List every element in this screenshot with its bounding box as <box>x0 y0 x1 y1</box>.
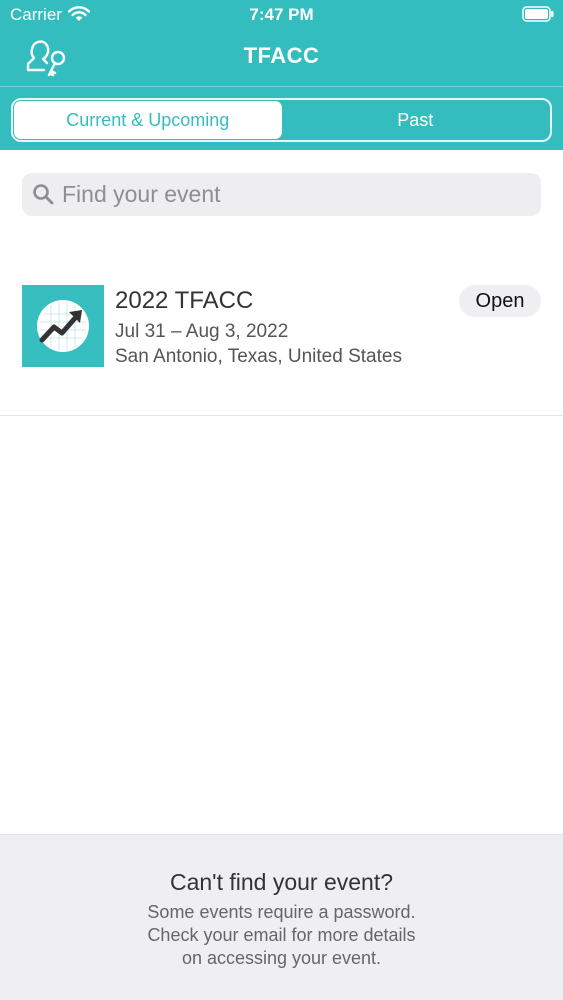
event-logo-chart-icon <box>22 285 104 367</box>
event-name: 2022 TFACC <box>115 287 254 314</box>
navigation-header: Carrier 7:47 PM TFACC Current & Upcoming… <box>0 0 563 150</box>
battery-icon <box>522 6 554 22</box>
footer-line: Check your email for more details <box>147 925 416 945</box>
event-filter-segmented-control: Current & Upcoming Past <box>11 98 552 142</box>
event-list-item[interactable]: 2022 TFACC Jul 31 – Aug 3, 2022 San Anto… <box>0 265 563 415</box>
event-dates: Jul 31 – Aug 3, 2022 <box>115 321 289 342</box>
status-time: 7:47 PM <box>249 5 314 24</box>
app-title: TFACC <box>243 43 320 68</box>
status-bar: Carrier 7:47 PM <box>0 0 563 30</box>
tab-current-upcoming[interactable]: Current & Upcoming <box>14 101 282 139</box>
help-footer: Can't find your event? Some events requi… <box>0 834 563 1000</box>
open-event-button[interactable]: Open <box>459 285 541 317</box>
event-location: San Antonio, Texas, United States <box>115 346 402 367</box>
footer-line: Some events require a password. <box>147 902 416 922</box>
footer-title: Can't find your event? <box>169 869 394 895</box>
search-icon <box>33 184 54 205</box>
search-bar[interactable] <box>22 173 541 216</box>
nav-divider <box>0 86 563 87</box>
footer-line: on accessing your event. <box>181 948 382 968</box>
search-input[interactable] <box>62 173 532 216</box>
tab-past[interactable]: Past <box>282 101 550 139</box>
row-divider <box>0 415 563 416</box>
